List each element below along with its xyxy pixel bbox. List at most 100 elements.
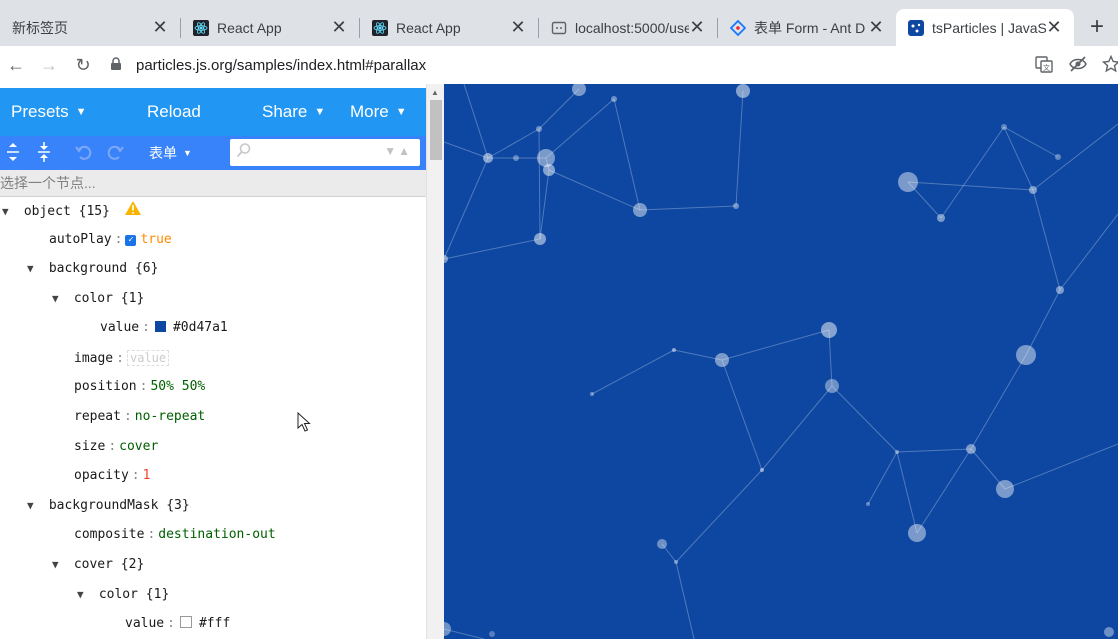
tree-row-repeat[interactable]: repeat: no-repeat [74, 407, 205, 427]
collapse-toggle-icon[interactable]: ▼ [77, 585, 91, 605]
collapse-toggle-icon[interactable]: ▼ [52, 555, 66, 575]
tree-key: value [125, 616, 165, 631]
tree-key: backgroundMask [48, 498, 159, 513]
tree-key: size [74, 439, 106, 454]
presets-menu[interactable]: Presets ▼ [11, 88, 87, 136]
tree-key: cover [73, 557, 113, 572]
tree-row-position[interactable]: position:50% 50% [74, 377, 205, 397]
tree-key: color [73, 291, 113, 306]
caret-down-icon: ▼ [183, 148, 192, 158]
collapse-toggle-icon[interactable]: ▼ [27, 496, 41, 516]
tree-value: destination-out [158, 527, 276, 542]
tab-title: 新标签页 [12, 19, 68, 36]
undo-icon[interactable] [73, 142, 95, 164]
tree-row-autoplay[interactable]: autoPlay: ✓ true [49, 230, 172, 250]
caret-down-icon: ▼ [75, 106, 87, 118]
redo-icon[interactable] [104, 142, 126, 164]
tree-row-color[interactable]: ▼ color {1} [52, 289, 144, 309]
mode-select[interactable]: 表单 ▼ [149, 136, 192, 170]
tree-key: autoPlay [49, 232, 112, 247]
address-bar[interactable]: particles.js.org/samples/index.html#para… [110, 50, 1015, 80]
tree-row-opacity[interactable]: opacity:1 [74, 466, 150, 486]
caret-down-icon: ▼ [314, 106, 326, 118]
caret-down-icon: ▼ [395, 106, 407, 118]
tree-count: {15} [78, 204, 110, 219]
tree-key: color [98, 587, 138, 602]
collapse-toggle-icon[interactable]: ▼ [52, 289, 66, 309]
search-nav-icon[interactable]: ▼▲ [384, 144, 412, 158]
close-icon[interactable]: ✕ [1046, 17, 1062, 38]
tree-key: opacity [74, 468, 129, 483]
tree-row-background[interactable]: ▼ background {6} [27, 259, 158, 279]
close-icon[interactable]: ✕ [331, 17, 347, 38]
forward-button[interactable]: → [37, 53, 61, 77]
react-logo-icon [372, 19, 388, 36]
close-icon[interactable]: ✕ [510, 17, 526, 38]
translate-icon[interactable]: 文 [1034, 55, 1054, 75]
tab-localhost[interactable]: localhost:5000/use ✕ [539, 9, 717, 46]
editor-menu-bar: Presets ▼ Reload Share ▼ More ▼ [0, 88, 426, 136]
ant-design-icon [730, 19, 746, 36]
tab-react-app-1[interactable]: React App ✕ [181, 9, 359, 46]
tree-row-color-value[interactable]: value: #0d47a1 [100, 318, 228, 338]
color-swatch[interactable] [179, 616, 192, 628]
reload-menu-button[interactable]: Reload [147, 88, 201, 136]
more-menu[interactable]: More ▼ [350, 88, 407, 136]
particles-canvas[interactable] [444, 84, 1118, 639]
tree-key: repeat [74, 409, 121, 424]
config-editor-panel: Presets ▼ Reload Share ▼ More ▼ 表单 ▼ ▼▲ … [0, 84, 426, 639]
tree-value: cover [119, 439, 159, 454]
particles-network [444, 84, 1118, 639]
tree-key: image [74, 351, 114, 366]
node-path-bar: 选择一个节点... [0, 170, 426, 197]
tree-row-cover-color-value[interactable]: value: #fff [125, 614, 230, 634]
more-label: More [350, 102, 389, 121]
tree-value: true [140, 232, 172, 247]
tree-key: background [48, 261, 128, 276]
star-icon[interactable] [1101, 54, 1118, 75]
tree-value: #0d47a1 [172, 320, 228, 335]
tab-title: React App [217, 19, 282, 36]
tree-row-cover[interactable]: ▼ cover {2} [52, 555, 144, 575]
mouse-pointer-icon [297, 411, 311, 437]
editor-scrollbar[interactable]: ▲ [426, 84, 445, 639]
close-icon[interactable]: ✕ [868, 17, 884, 38]
warning-icon[interactable] [124, 200, 142, 221]
reload-button[interactable]: ↻ [71, 53, 95, 77]
checkbox-checked-icon[interactable]: ✓ [125, 235, 137, 246]
search-input[interactable]: ▼▲ [230, 139, 420, 166]
tree-count: {1} [145, 587, 170, 602]
scroll-up-arrow-icon[interactable]: ▲ [431, 88, 439, 97]
eye-off-icon[interactable] [1068, 55, 1088, 75]
tree-row-image[interactable]: image: value [74, 348, 170, 368]
color-swatch[interactable] [154, 321, 166, 332]
scrollbar-thumb[interactable] [430, 100, 442, 160]
tree-key: object [23, 204, 71, 219]
tree-row-composite[interactable]: composite: destination-out [74, 525, 276, 545]
tab-new-tab[interactable]: 新标签页 ✕ [0, 9, 180, 46]
close-icon[interactable]: ✕ [689, 17, 705, 38]
expand-all-icon[interactable] [2, 142, 24, 164]
share-menu[interactable]: Share ▼ [262, 88, 325, 136]
value-placeholder[interactable]: value [126, 350, 170, 366]
tab-ant-design-form[interactable]: 表单 Form - Ant D ✕ [718, 9, 896, 46]
svg-text:文: 文 [1043, 63, 1050, 72]
collapse-toggle-icon[interactable]: ▼ [2, 202, 16, 222]
close-icon[interactable]: ✕ [152, 17, 168, 38]
tab-react-app-2[interactable]: React App ✕ [360, 9, 538, 46]
share-label: Share [262, 102, 308, 121]
tree-count: {1} [120, 291, 145, 306]
collapse-toggle-icon[interactable]: ▼ [27, 259, 41, 279]
tree-row-root[interactable]: ▼ object {15} [2, 200, 142, 220]
tab-title: React App [396, 19, 461, 36]
tree-key: composite [74, 527, 145, 542]
tree-count: {6} [134, 261, 159, 276]
tree-row-background-mask[interactable]: ▼ backgroundMask {3} [27, 496, 190, 516]
back-button[interactable]: ← [4, 53, 28, 77]
browser-toolbar: ← → ↻ particles.js.org/samples/index.htm… [0, 46, 1118, 84]
tab-tsparticles[interactable]: tsParticles | JavaSc ✕ [896, 9, 1074, 46]
tree-row-size[interactable]: size: cover [74, 437, 158, 457]
collapse-all-icon[interactable] [33, 142, 55, 164]
new-tab-button[interactable]: + [1085, 13, 1109, 41]
tree-row-cover-color[interactable]: ▼ color {1} [77, 585, 169, 605]
